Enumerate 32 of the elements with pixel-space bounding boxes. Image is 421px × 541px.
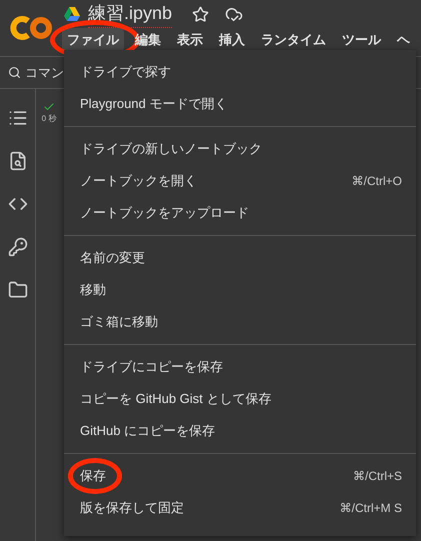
menu-item[interactable]: Playground モードで開く — [64, 88, 416, 120]
execution-time: 0 秒 — [42, 113, 56, 125]
key-icon[interactable] — [8, 237, 28, 257]
menu-item[interactable]: 移動 — [64, 274, 416, 306]
menu-tab[interactable]: ファイル — [62, 28, 124, 52]
file-search-icon[interactable] — [8, 151, 28, 171]
menu-tab[interactable]: ツール — [337, 28, 386, 52]
menu-item[interactable]: ノートブックを開く ⌘/Ctrl+O — [64, 165, 416, 197]
logo-icon[interactable] — [10, 15, 54, 41]
menu-tab[interactable]: 表示 — [172, 28, 208, 52]
shortcut-label: ⌘/Ctrl+M S — [340, 500, 402, 517]
cloud-check-icon[interactable] — [225, 5, 244, 23]
menu-item[interactable]: ドライブの新しいノートブック — [64, 133, 416, 165]
menu-item[interactable]: 保存 ⌘/Ctrl+S — [64, 460, 416, 492]
menu-tab[interactable]: ランタイム — [256, 28, 331, 52]
shortcut-label: ⌘/Ctrl+O — [352, 173, 402, 190]
annotation-circle — [68, 458, 122, 494]
menu-item[interactable]: 版を保存して固定 ⌘/Ctrl+M S — [64, 492, 416, 524]
drive-icon[interactable] — [64, 7, 80, 21]
search-icon — [8, 66, 21, 79]
menu-item[interactable]: GitHub にコピーを保存 — [64, 415, 416, 447]
folder-icon[interactable] — [8, 280, 28, 300]
menu-tab[interactable]: ヘ — [392, 28, 415, 52]
menu-item[interactable]: ノートブックをアップロード — [64, 197, 416, 229]
menu-item[interactable]: ドライブにコピーを保存 — [64, 351, 416, 383]
menu-item[interactable]: コピーを GitHub Gist として保存 — [64, 383, 416, 415]
shortcut-label: ⌘/Ctrl+S — [352, 468, 402, 485]
menu-tab[interactable]: 挿入 — [214, 28, 250, 52]
menu-item[interactable]: 名前の変更 — [64, 242, 416, 274]
menu-item[interactable]: ゴミ箱に移動 — [64, 306, 416, 338]
check-icon — [43, 101, 55, 113]
star-icon[interactable] — [192, 6, 210, 22]
